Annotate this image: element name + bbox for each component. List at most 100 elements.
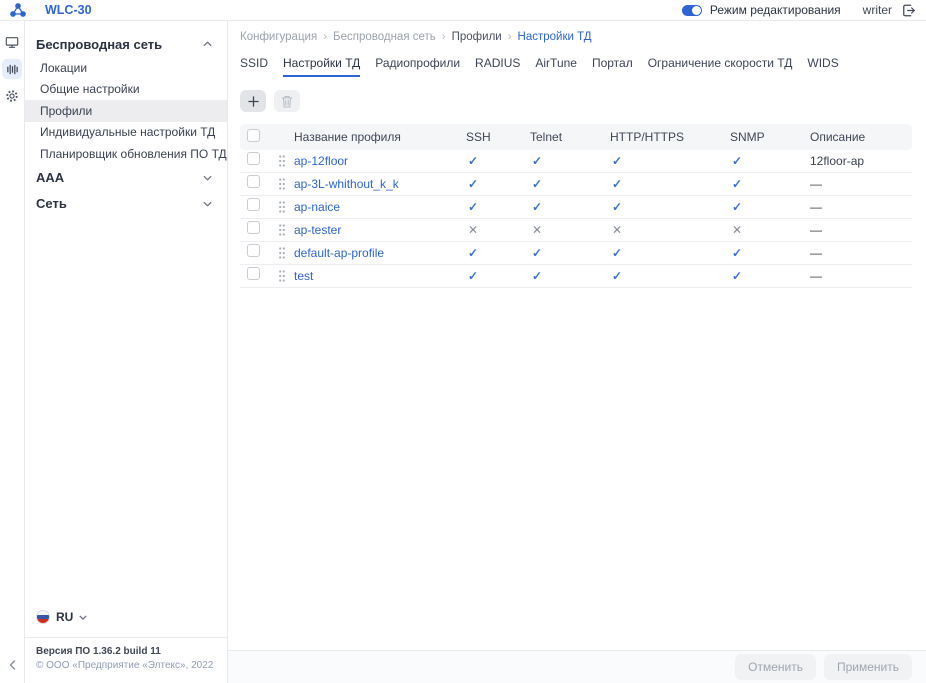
http-status: ✓ bbox=[610, 246, 730, 260]
breadcrumb-item[interactable]: Профили bbox=[452, 31, 502, 43]
ssh-status: ✓ bbox=[466, 200, 530, 214]
logout-icon[interactable] bbox=[902, 4, 916, 17]
telnet-status: ✓ bbox=[530, 154, 610, 168]
row-checkbox[interactable] bbox=[247, 175, 260, 188]
sidebar-item-планировщик-обновления-по-тд[interactable]: Планировщик обновления ПО ТД bbox=[25, 143, 227, 165]
row-checkbox[interactable] bbox=[247, 244, 260, 257]
apply-button[interactable]: Применить bbox=[824, 654, 912, 680]
sidebar-menu: Беспроводная сетьЛокацииОбщие настройкиП… bbox=[25, 31, 227, 217]
breadcrumb-separator: › bbox=[323, 31, 327, 43]
icon-rail bbox=[0, 21, 25, 683]
profile-name-link[interactable]: ap-12floor bbox=[294, 154, 348, 168]
row-checkbox[interactable] bbox=[247, 267, 260, 280]
row-checkbox-cell bbox=[240, 175, 270, 193]
cancel-button[interactable]: Отменить bbox=[735, 654, 816, 680]
row-drag-handle[interactable] bbox=[270, 200, 294, 214]
wireless-icon[interactable] bbox=[2, 59, 22, 79]
row-checkbox[interactable] bbox=[247, 221, 260, 234]
snmp-status: ✓ bbox=[730, 200, 810, 214]
edit-mode-label: Режим редактирования bbox=[710, 3, 841, 17]
chevron-up-icon bbox=[203, 41, 212, 47]
table-row: default-ap-profile✓✓✓✓— bbox=[240, 242, 912, 265]
breadcrumb-item[interactable]: Конфигурация bbox=[240, 31, 317, 43]
tab-ограничение-скорости-тд[interactable]: Ограничение скорости ТД bbox=[648, 56, 793, 77]
sidebar-section-label: AAA bbox=[36, 170, 64, 185]
description-cell: — bbox=[810, 246, 912, 260]
sidebar-item-локации[interactable]: Локации bbox=[25, 57, 227, 79]
tab-ssid[interactable]: SSID bbox=[240, 56, 268, 77]
collapse-sidebar-icon[interactable] bbox=[2, 663, 22, 683]
profiles-table-body: ap-12floor✓✓✓✓12floor-apap-3L-whithout_k… bbox=[240, 150, 912, 288]
profile-name-link[interactable]: ap-naice bbox=[294, 200, 340, 214]
sidebar-section-2[interactable]: Сеть bbox=[25, 191, 227, 217]
row-checkbox[interactable] bbox=[247, 198, 260, 211]
row-checkbox[interactable] bbox=[247, 152, 260, 165]
monitoring-icon[interactable] bbox=[2, 32, 22, 52]
column-header-ssh: SSH bbox=[466, 130, 530, 144]
settings-gear-icon[interactable] bbox=[2, 86, 22, 106]
page-title: WLC-30 bbox=[45, 3, 92, 17]
add-profile-button[interactable] bbox=[240, 90, 266, 112]
sidebar-section-1[interactable]: AAA bbox=[25, 165, 227, 191]
language-code: RU bbox=[56, 610, 73, 624]
breadcrumb-item[interactable]: Настройки ТД bbox=[518, 31, 592, 43]
snmp-status: ✓ bbox=[730, 269, 810, 283]
action-footer: Отменить Применить bbox=[228, 650, 926, 683]
content-body: Конфигурация›Беспроводная сеть›Профили›Н… bbox=[228, 21, 926, 650]
copyright-text: © ООО «Предприятие «Элтекс», 2022 bbox=[25, 659, 227, 673]
row-drag-handle[interactable] bbox=[270, 154, 294, 168]
profile-name-link[interactable]: ap-tester bbox=[294, 223, 341, 237]
profile-name-link[interactable]: ap-3L-whithout_k_k bbox=[294, 177, 399, 191]
sidebar-item-индивидуальные-настройки-тд[interactable]: Индивидуальные настройки ТД bbox=[25, 122, 227, 144]
row-drag-handle[interactable] bbox=[270, 269, 294, 283]
tab-radius[interactable]: RADIUS bbox=[475, 56, 520, 77]
profile-name-link[interactable]: test bbox=[294, 269, 313, 283]
description-cell: 12floor-ap bbox=[810, 154, 912, 168]
profile-name-cell: ap-tester bbox=[294, 223, 466, 237]
table-row: test✓✓✓✓— bbox=[240, 265, 912, 288]
firmware-version: Версия ПО 1.36.2 build 11 bbox=[25, 645, 227, 659]
profile-name-cell: default-ap-profile bbox=[294, 246, 466, 260]
breadcrumb-item[interactable]: Беспроводная сеть bbox=[333, 31, 436, 43]
sidebar-section-0[interactable]: Беспроводная сеть bbox=[25, 31, 227, 57]
row-checkbox-cell bbox=[240, 267, 270, 285]
table-header-row: Название профиля SSH Telnet HTTP/HTTPS S… bbox=[240, 124, 912, 150]
language-selector[interactable]: RU bbox=[25, 605, 227, 629]
row-drag-handle[interactable] bbox=[270, 177, 294, 191]
column-header-name: Название профиля bbox=[294, 130, 466, 144]
chevron-down-icon bbox=[203, 175, 212, 181]
tab-airtune[interactable]: AirTune bbox=[535, 56, 577, 77]
tab-портал[interactable]: Портал bbox=[592, 56, 633, 77]
main-area: Беспроводная сетьЛокацииОбщие настройкиП… bbox=[0, 21, 926, 683]
edit-mode-toggle[interactable] bbox=[682, 5, 702, 16]
row-drag-handle[interactable] bbox=[270, 223, 294, 237]
profile-name-cell: test bbox=[294, 269, 466, 283]
tab-настройки-тд[interactable]: Настройки ТД bbox=[283, 56, 360, 77]
ssh-status: ✕ bbox=[466, 223, 530, 237]
profile-name-link[interactable]: default-ap-profile bbox=[294, 246, 384, 260]
delete-profile-button[interactable] bbox=[274, 90, 300, 112]
sidebar-item-общие-настройки[interactable]: Общие настройки bbox=[25, 79, 227, 101]
russia-flag-icon bbox=[36, 610, 50, 624]
sidebar-section-label: Беспроводная сеть bbox=[36, 37, 162, 52]
tab-радиопрофили[interactable]: Радиопрофили bbox=[375, 56, 460, 77]
sidebar-item-профили[interactable]: Профили bbox=[25, 100, 227, 122]
column-header-snmp: SNMP bbox=[730, 130, 810, 144]
row-checkbox-cell bbox=[240, 152, 270, 170]
row-checkbox-cell bbox=[240, 198, 270, 216]
table-row: ap-naice✓✓✓✓— bbox=[240, 196, 912, 219]
snmp-status: ✓ bbox=[730, 154, 810, 168]
profile-name-cell: ap-naice bbox=[294, 200, 466, 214]
table-toolbar bbox=[240, 90, 912, 112]
drag-dots-icon bbox=[278, 246, 286, 260]
column-header-telnet: Telnet bbox=[530, 130, 610, 144]
sidebar-section-label: Сеть bbox=[36, 196, 67, 211]
row-drag-handle[interactable] bbox=[270, 246, 294, 260]
sidebar: Беспроводная сетьЛокацииОбщие настройкиП… bbox=[25, 21, 228, 683]
ssh-status: ✓ bbox=[466, 246, 530, 260]
tab-wids[interactable]: WIDS bbox=[807, 56, 838, 77]
select-all-checkbox[interactable] bbox=[247, 129, 260, 142]
breadcrumb-separator: › bbox=[508, 31, 512, 43]
ssh-status: ✓ bbox=[466, 269, 530, 283]
description-cell: — bbox=[810, 223, 912, 237]
